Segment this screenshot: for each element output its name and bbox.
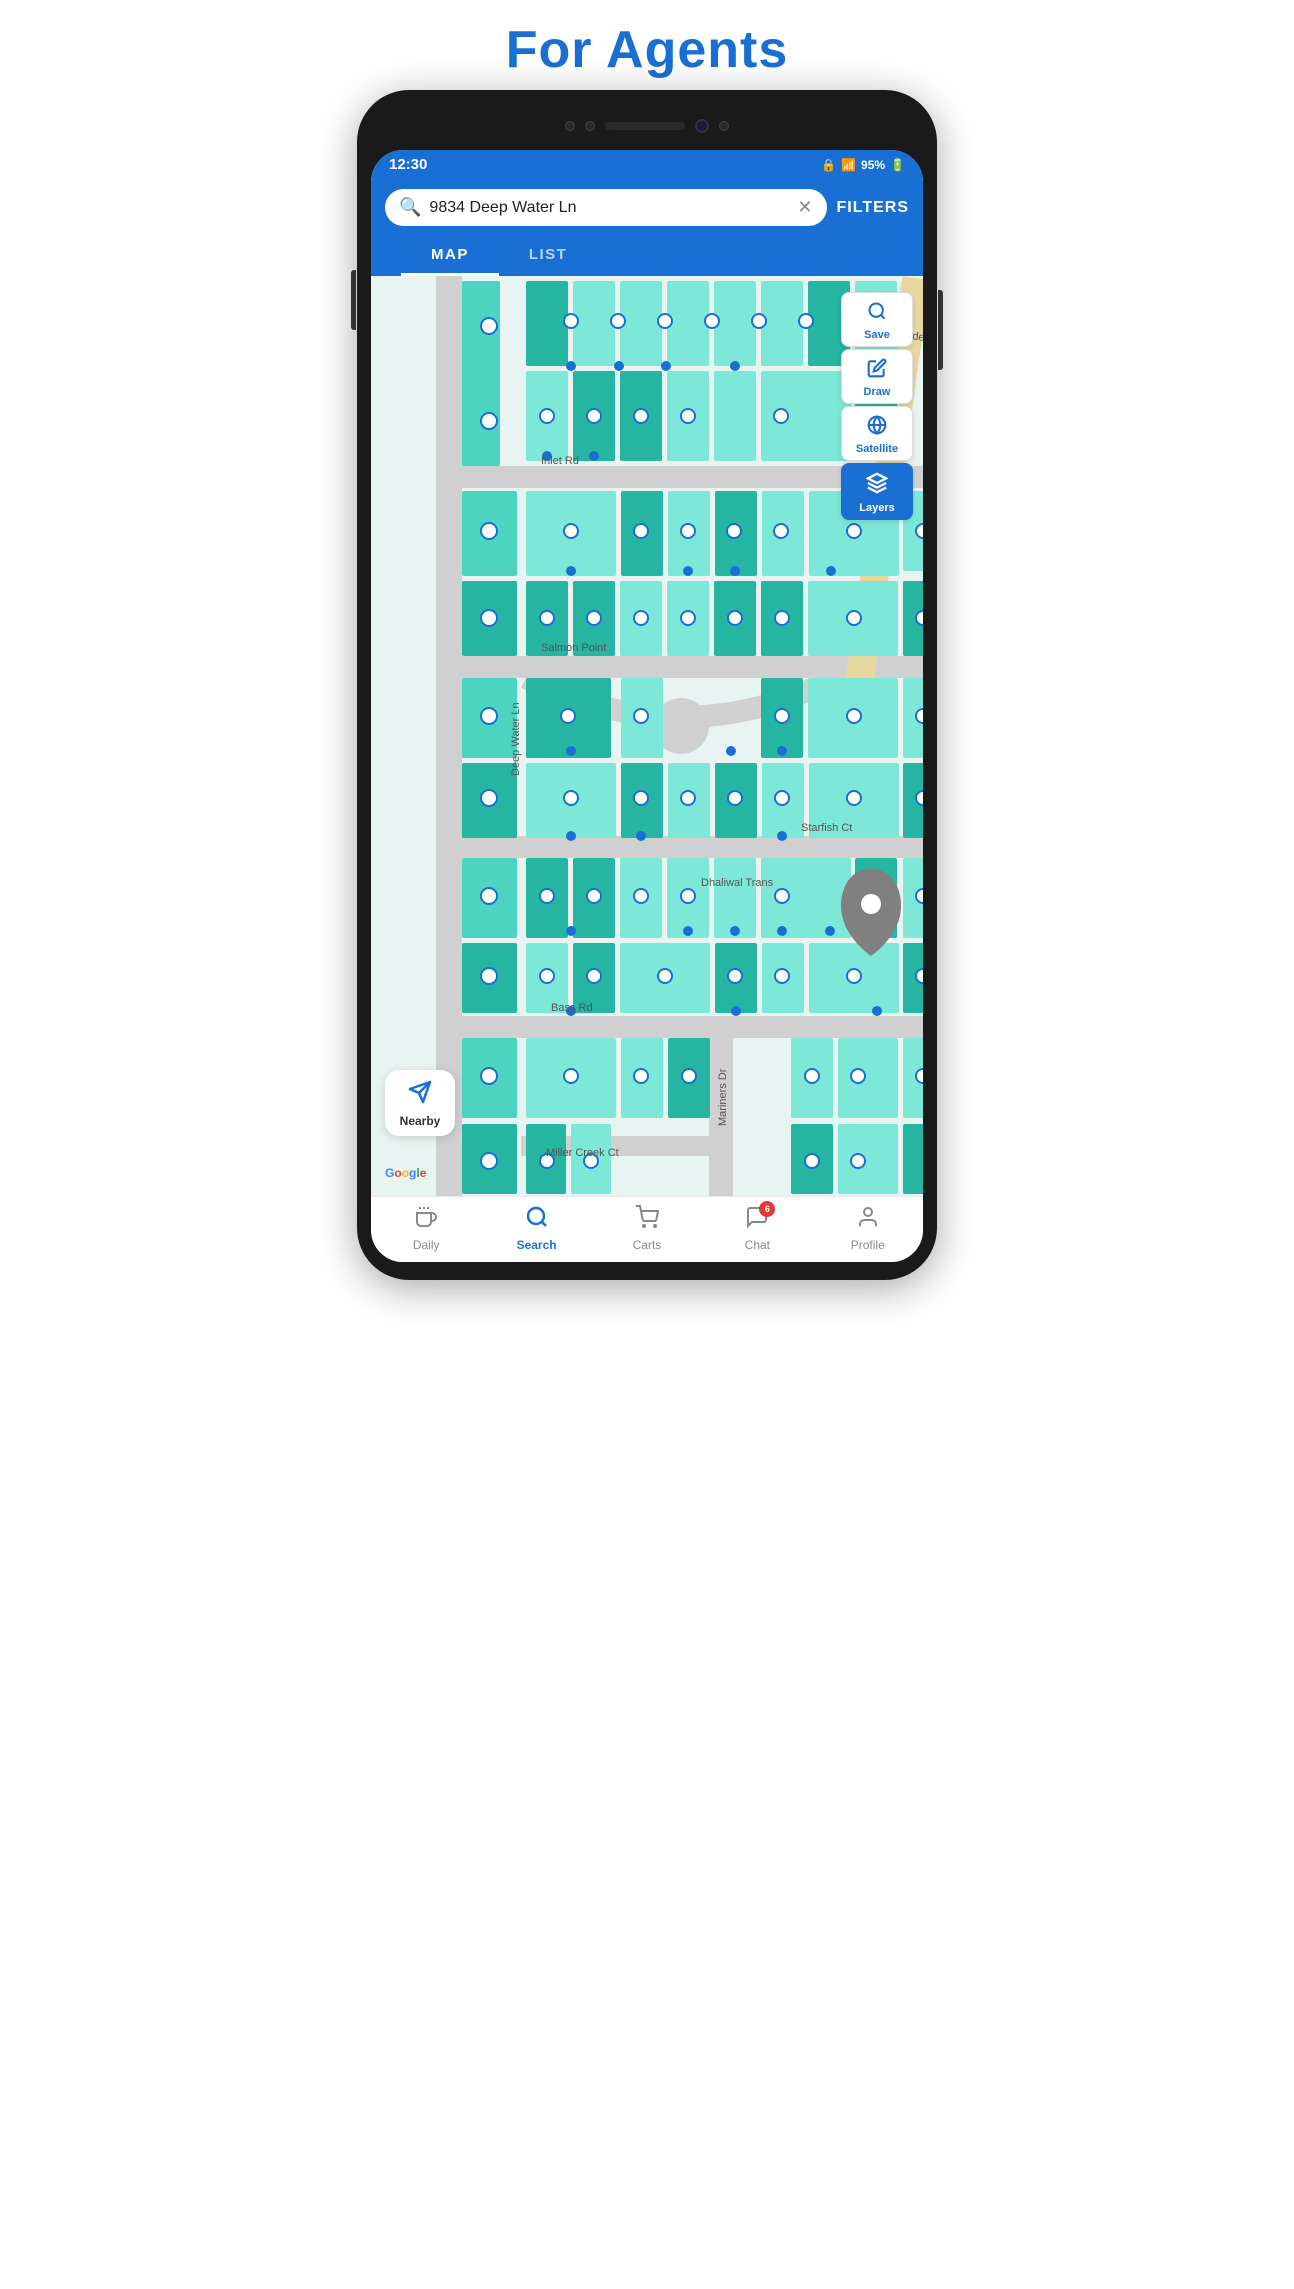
status-icons: 🔒 📶 95% 🔋 [821, 158, 905, 172]
draw-icon [867, 358, 887, 384]
chat-label: Chat [745, 1238, 770, 1252]
daily-icon [414, 1205, 438, 1235]
satellite-tool-label: Satellite [856, 443, 898, 455]
search-nav-label: Search [517, 1238, 557, 1252]
status-bar: 12:30 🔒 📶 95% 🔋 [371, 150, 923, 179]
carts-icon [635, 1205, 659, 1235]
profile-icon [856, 1205, 880, 1235]
search-bar-area: 🔍 9834 Deep Water Ln ✕ FILTERS [371, 179, 923, 236]
nav-profile[interactable]: Profile [833, 1205, 903, 1252]
map-list-tabs: MAP LIST [371, 236, 923, 276]
phone-frame: 12:30 🔒 📶 95% 🔋 🔍 9834 Deep Water Ln ✕ F… [357, 90, 937, 1280]
svg-text:Dhaliwal Trans: Dhaliwal Trans [701, 877, 774, 889]
phone-top-bar [371, 108, 923, 144]
nearby-icon [408, 1080, 432, 1110]
nav-search[interactable]: Search [502, 1205, 572, 1252]
layers-tool-label: Layers [859, 502, 894, 514]
map-container[interactable]: Inlet Rd Salmon Point Deep Water Ln Star… [371, 276, 923, 1196]
daily-label: Daily [413, 1238, 440, 1252]
satellite-tool-button[interactable]: Satellite [841, 406, 913, 461]
carts-label: Carts [633, 1238, 662, 1252]
battery-text: 95% [861, 158, 885, 172]
phone-screen: 12:30 🔒 📶 95% 🔋 🔍 9834 Deep Water Ln ✕ F… [371, 150, 923, 1262]
search-nav-icon [525, 1205, 549, 1235]
layers-icon [866, 472, 888, 500]
camera-dot-1 [565, 121, 575, 131]
google-watermark: Google [385, 1166, 426, 1180]
profile-label: Profile [851, 1238, 885, 1252]
svg-text:Salmon Point: Salmon Point [541, 642, 606, 654]
nav-carts[interactable]: Carts [612, 1205, 682, 1252]
svg-text:Bass Rd: Bass Rd [551, 1002, 593, 1014]
svg-text:Starfish Ct: Starfish Ct [801, 822, 852, 834]
nav-chat[interactable]: 6 Chat [722, 1205, 792, 1252]
search-icon: 🔍 [399, 197, 421, 218]
save-tool-button[interactable]: Save [841, 292, 913, 347]
svg-text:Deep Water Ln: Deep Water Ln [510, 702, 522, 776]
draw-tool-button[interactable]: Draw [841, 349, 913, 404]
filters-button[interactable]: FILTERS [837, 199, 909, 217]
front-camera [695, 119, 709, 133]
bottom-nav: Daily Search [371, 1196, 923, 1262]
page-headline: For Agents [506, 0, 789, 90]
status-time: 12:30 [389, 156, 427, 173]
phone-speaker [605, 122, 685, 130]
signal-icon: 📶 [841, 158, 856, 172]
chat-badge-count: 6 [759, 1201, 775, 1217]
svg-text:Mariners Dr: Mariners Dr [717, 1068, 729, 1126]
search-value: 9834 Deep Water Ln [429, 199, 789, 217]
svg-text:Inlet Rd: Inlet Rd [541, 455, 579, 467]
lock-icon: 🔒 [821, 158, 836, 172]
nav-daily[interactable]: Daily [391, 1205, 461, 1252]
camera-dot-2 [585, 121, 595, 131]
search-input-box[interactable]: 🔍 9834 Deep Water Ln ✕ [385, 189, 827, 226]
nearby-button[interactable]: Nearby [385, 1070, 455, 1136]
save-search-icon [867, 301, 887, 327]
clear-search-button[interactable]: ✕ [797, 197, 812, 218]
chat-badge-wrapper: 6 [745, 1205, 769, 1235]
save-tool-label: Save [864, 329, 890, 341]
draw-tool-label: Draw [864, 386, 891, 398]
nearby-label: Nearby [400, 1114, 441, 1128]
satellite-icon [867, 415, 887, 441]
svg-text:Miller Creek Ct: Miller Creek Ct [546, 1147, 619, 1159]
sensor-dot [719, 121, 729, 131]
map-tools: Save Draw [841, 292, 913, 520]
layers-tool-button[interactable]: Layers [841, 463, 913, 520]
tab-map[interactable]: MAP [401, 236, 499, 276]
tab-list[interactable]: LIST [499, 236, 598, 276]
battery-icon: 🔋 [890, 158, 905, 172]
